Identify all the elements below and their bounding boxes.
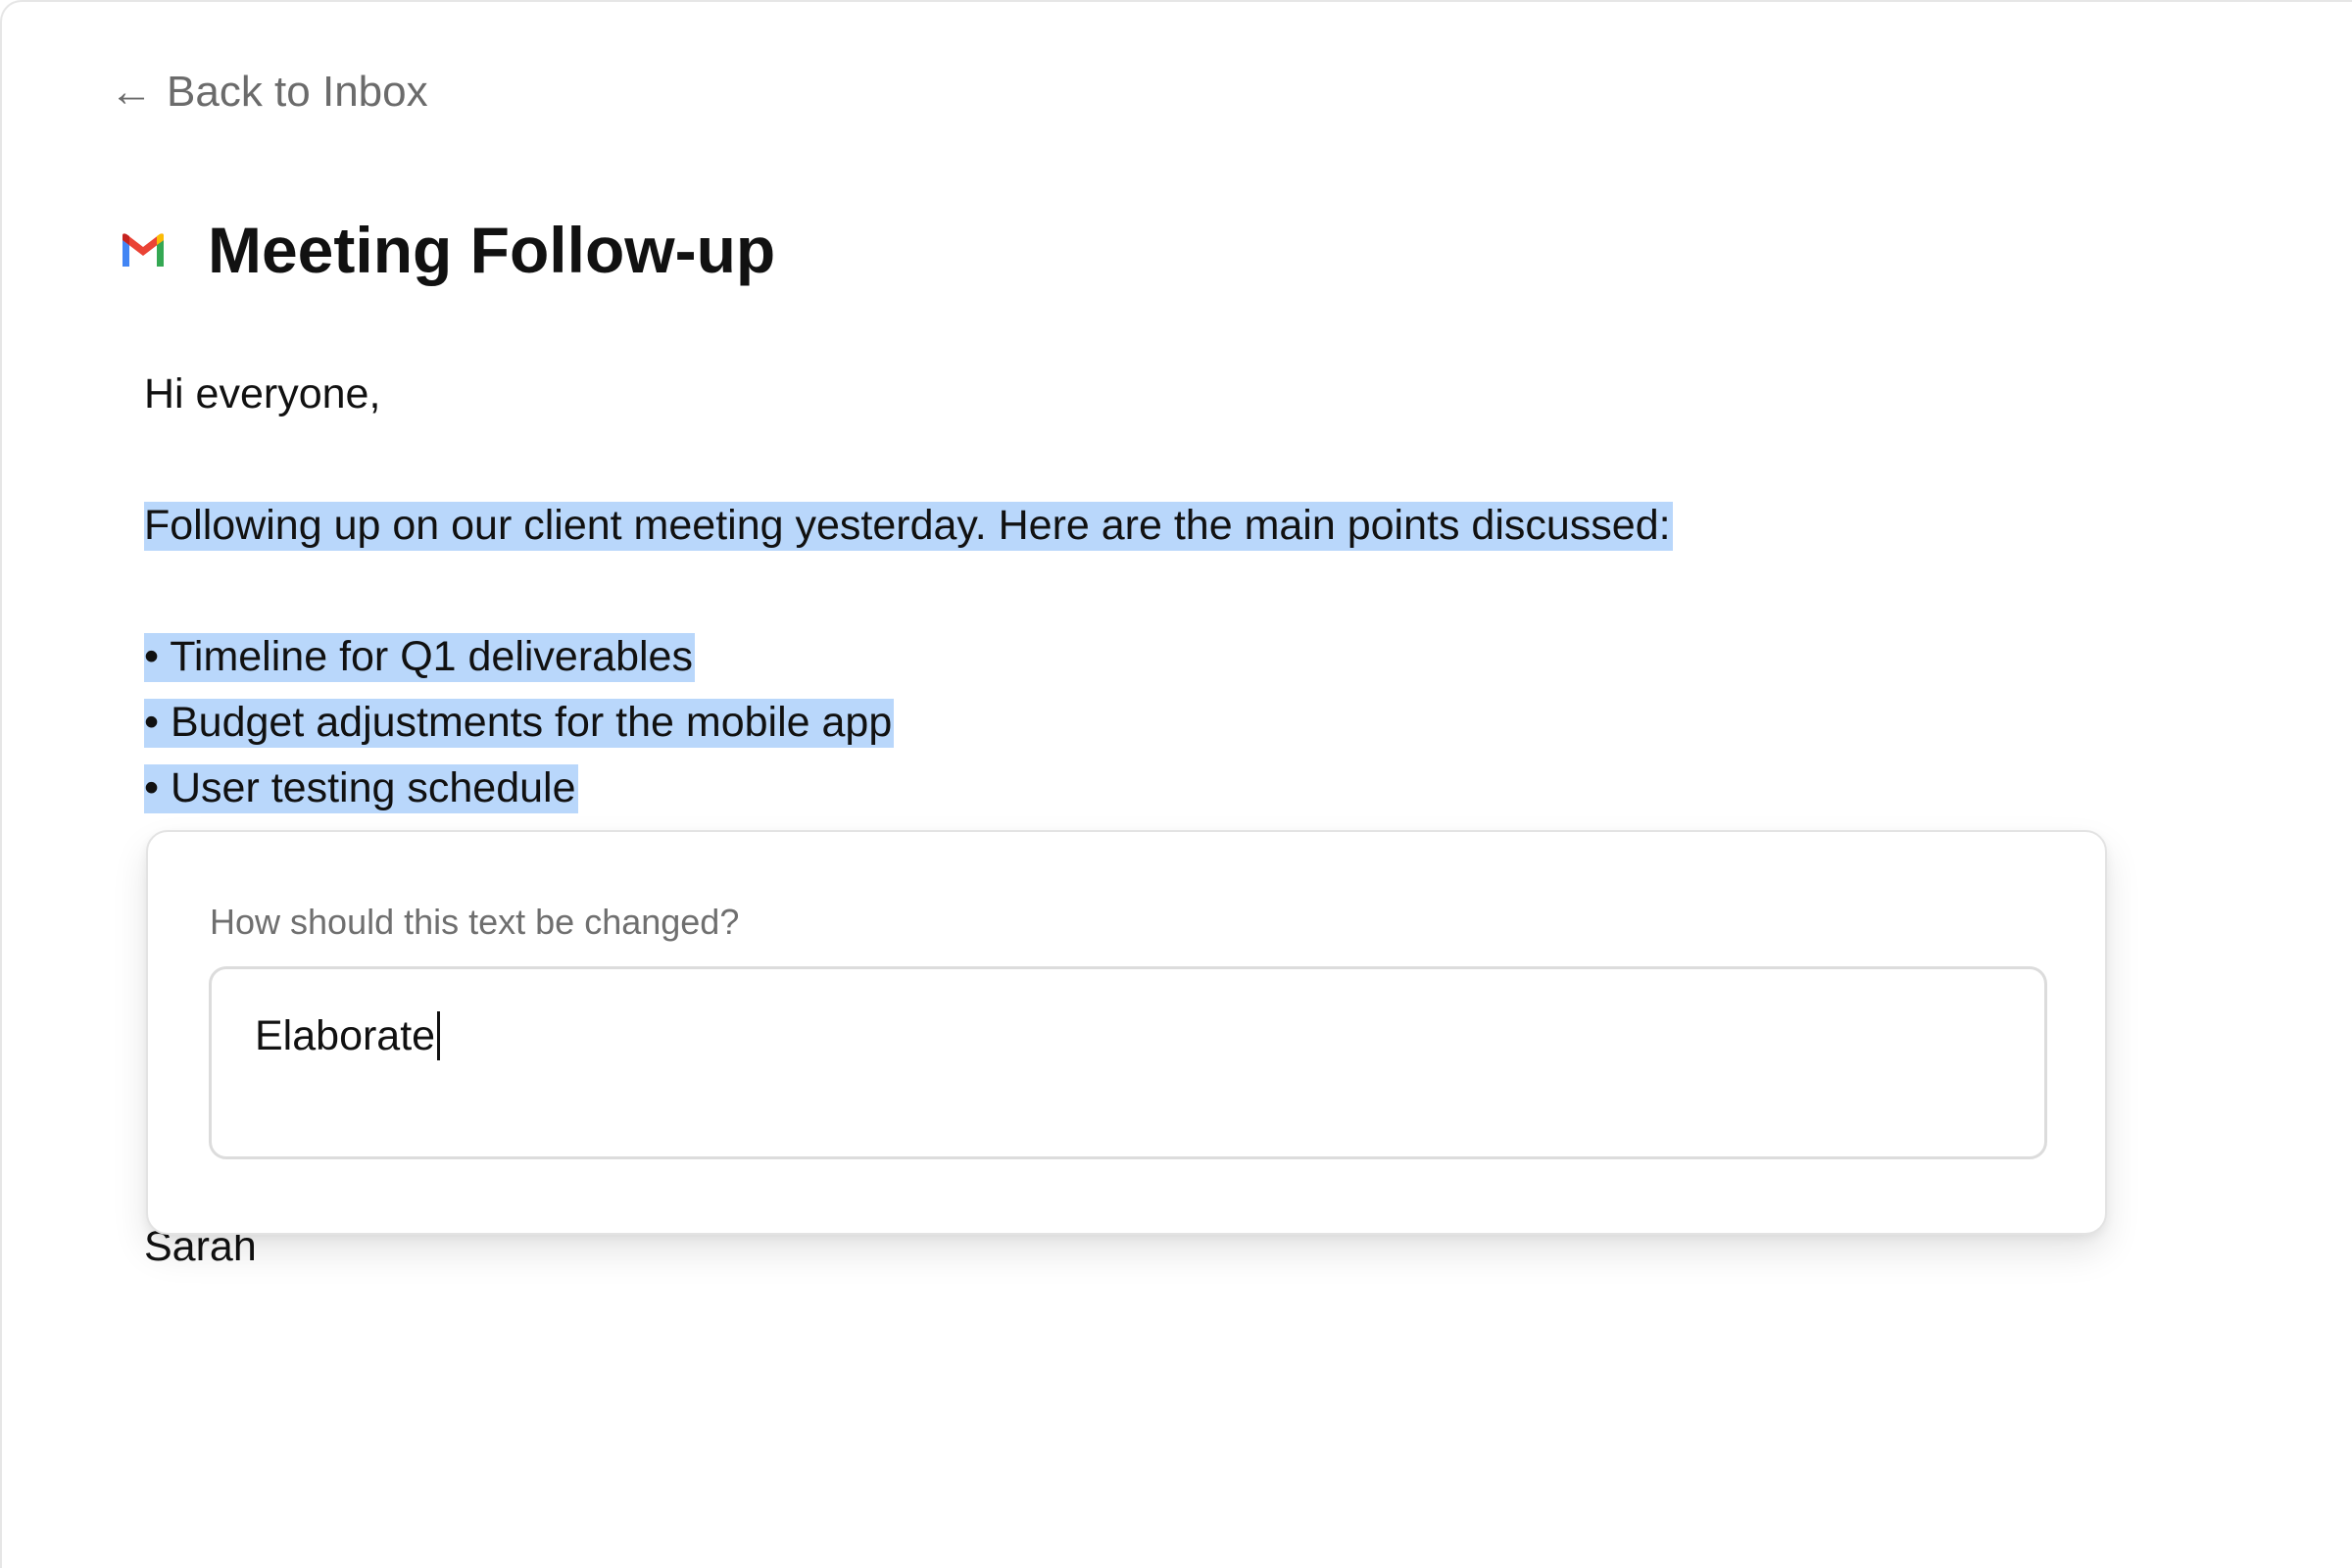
bullet-item-text: • Budget adjustments for the mobile app	[144, 699, 895, 748]
text-caret	[437, 1011, 441, 1060]
edit-instruction-value: Elaborate	[255, 1012, 436, 1059]
email-view: ← Back to Inbox Meeting Follow-up Hi eve…	[0, 0, 2352, 1568]
bullet-item[interactable]: • User testing schedule	[144, 760, 578, 815]
back-arrow-icon: ←	[110, 68, 153, 116]
selected-paragraph[interactable]: Following up on our client meeting yeste…	[144, 498, 1673, 553]
edit-prompt-label: How should this text be changed?	[210, 902, 740, 942]
back-to-inbox-link[interactable]: ← Back to Inbox	[110, 65, 428, 120]
email-greeting: Hi everyone,	[144, 370, 381, 417]
back-link-label: Back to Inbox	[167, 68, 428, 116]
bullet-item[interactable]: • Budget adjustments for the mobile app	[144, 695, 895, 750]
bullet-item-text: • Timeline for Q1 deliverables	[144, 633, 695, 682]
email-header: Meeting Follow-up	[120, 206, 775, 294]
bullet-item-text: • User testing schedule	[144, 764, 578, 813]
edit-instruction-input[interactable]: Elaborate	[209, 966, 2047, 1159]
bullet-item[interactable]: • Timeline for Q1 deliverables	[144, 629, 695, 684]
page-title: Meeting Follow-up	[208, 214, 776, 286]
edit-text-popover: How should this text be changed? Elabora…	[146, 830, 2107, 1235]
gmail-icon	[122, 233, 164, 267]
selected-paragraph-text: Following up on our client meeting yeste…	[144, 502, 1673, 551]
